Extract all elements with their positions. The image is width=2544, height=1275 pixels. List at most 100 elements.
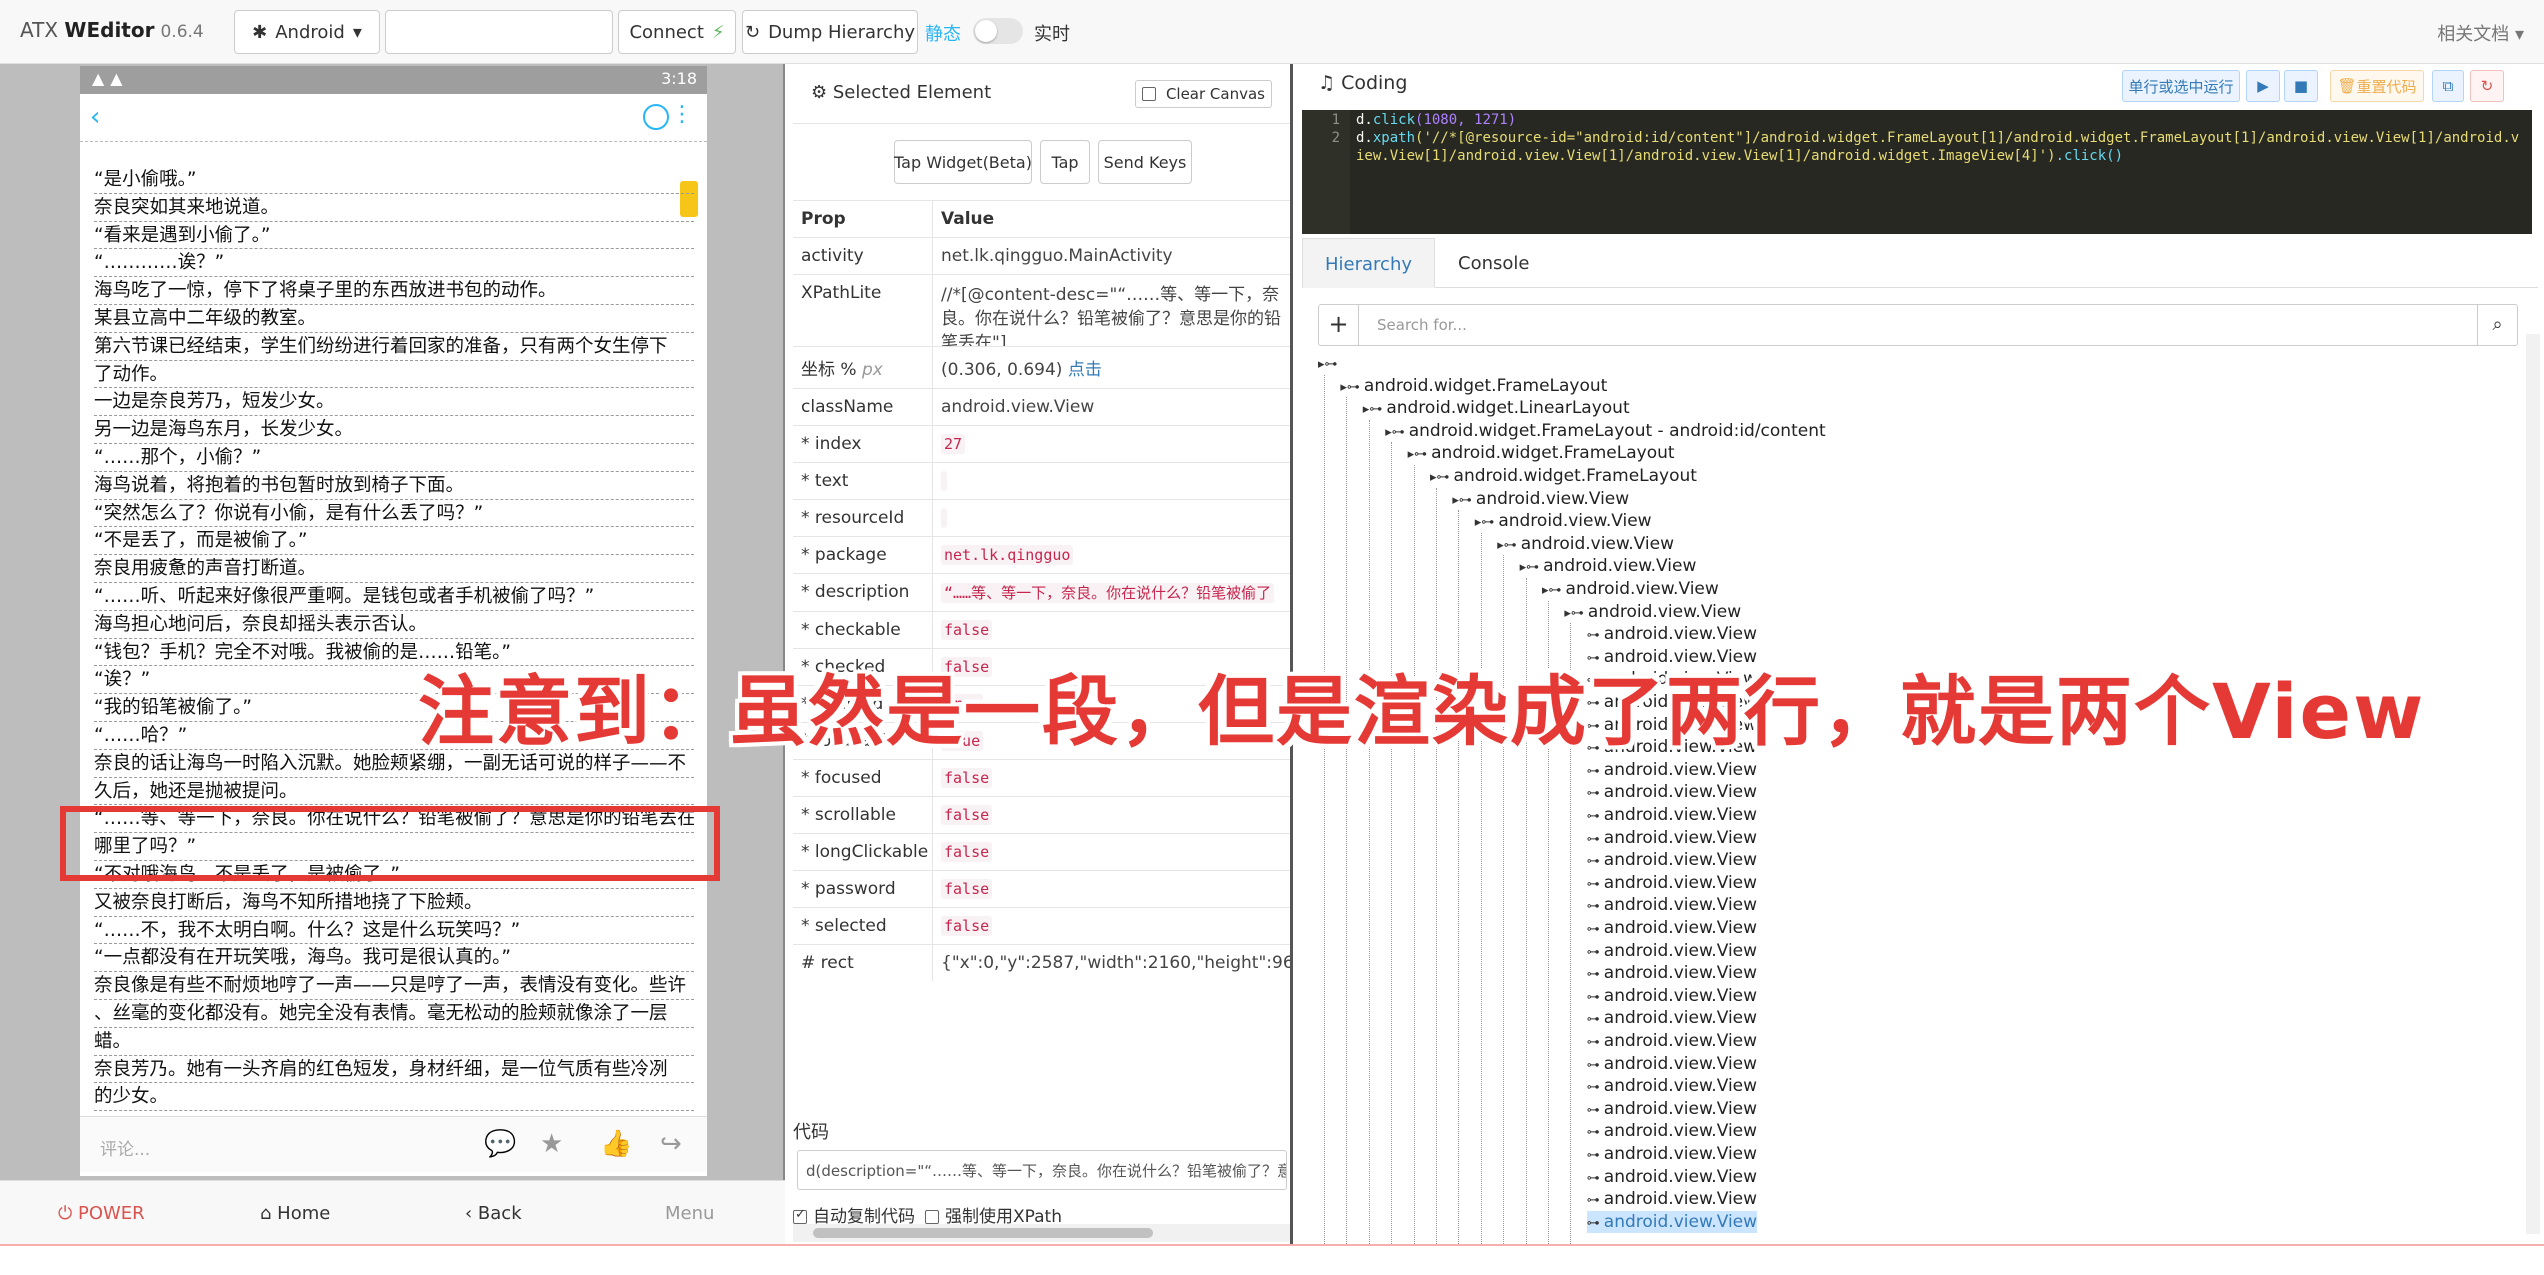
node-toggle-icon[interactable]: ▸⊶ (1497, 538, 1517, 553)
tree-leaf-node[interactable]: ⊶ android.view.View (1587, 1188, 1757, 1210)
node-toggle-icon[interactable]: ▸⊶ (1408, 447, 1428, 462)
power-button[interactable]: ⏻ POWER (58, 1203, 145, 1224)
tree-node[interactable]: ▸⊶ android.view.View (1542, 578, 1719, 600)
tree-leaf-node[interactable]: ⊶ android.view.View (1587, 894, 1757, 916)
reader-line[interactable]: “……那个，小偷？” (94, 444, 694, 472)
back-button[interactable]: ‹ Back (465, 1203, 522, 1224)
tree-leaf-node[interactable]: ⊶ android.view.View (1586, 1210, 1758, 1233)
run-selected-button[interactable]: 单行或选中运行 (2122, 70, 2240, 102)
tree-leaf-node[interactable]: ⊶ android.view.View (1587, 962, 1757, 984)
reader-line[interactable]: 第六节课已经结束，学生们纷纷进行着回家的准备，只有两个女生停下 (94, 333, 694, 361)
tree-node[interactable]: ▸⊶ android.view.View (1520, 555, 1697, 577)
tree-node[interactable]: ▸⊶ android.view.View (1497, 533, 1674, 555)
reader-line[interactable]: 的少女。 (94, 1083, 694, 1112)
tree-node[interactable]: ▸⊶ (1318, 352, 1342, 374)
reader-line[interactable]: 久后，她还是抛被提问。 (94, 778, 694, 806)
docs-dropdown[interactable]: 相关文档 ▾ (2437, 20, 2524, 46)
props-horizontal-scrollbar[interactable] (793, 1224, 1290, 1242)
search-icon[interactable]: ⌕ (2477, 305, 2517, 345)
tree-leaf-node[interactable]: ⊶ android.view.View (1587, 917, 1757, 939)
comment-input[interactable]: 评论... (100, 1135, 150, 1160)
more-icon[interactable]: ⋮ (671, 102, 693, 127)
reader-line[interactable]: 奈良芳乃。她有一头齐肩的红色短发，身材纤细，是一位气质有些冷冽 (94, 1056, 694, 1084)
back-arrow-icon[interactable]: ‹ (90, 102, 100, 132)
tab-hierarchy[interactable]: Hierarchy (1302, 238, 1436, 288)
tree-leaf-node[interactable]: ⊶ android.view.View (1587, 623, 1757, 645)
tree-leaf-node[interactable]: ⊶ android.view.View (1587, 827, 1757, 849)
reader-line[interactable]: 另一边是海鸟东月，长发少女。 (94, 416, 694, 444)
node-toggle-icon[interactable]: ▸⊶ (1452, 493, 1472, 508)
comment-icon[interactable]: 💬 (484, 1129, 516, 1159)
tree-leaf-node[interactable]: ⊶ android.view.View (1587, 1007, 1757, 1029)
tree-leaf-node[interactable]: ⊶ android.view.View (1587, 1075, 1757, 1097)
menu-button[interactable]: Menu (665, 1203, 714, 1224)
reader-line[interactable]: 一边是奈良芳乃，短发少女。 (94, 388, 694, 417)
share-icon[interactable]: ↪ (660, 1129, 682, 1159)
reader-line[interactable]: “是小偷哦。” (94, 166, 694, 194)
reader-line[interactable]: 某县立高中二年级的教室。 (94, 305, 694, 333)
reader-line[interactable]: 蜡。 (94, 1028, 694, 1056)
tree-leaf-node[interactable]: ⊶ android.view.View (1587, 849, 1757, 871)
auto-copy-box[interactable] (793, 1207, 807, 1224)
stop-icon[interactable]: ■ (2284, 70, 2318, 102)
clear-canvas-box[interactable] (1141, 87, 1156, 101)
force-xpath-box[interactable] (925, 1210, 939, 1224)
tree-leaf-node[interactable]: ⊶ android.view.View (1587, 1143, 1757, 1165)
connect-button[interactable]: Connect ⚡ (618, 10, 736, 54)
tree-leaf-node[interactable]: ⊶ android.view.View (1587, 872, 1757, 894)
tree-leaf-node[interactable]: ⊶ android.view.View (1587, 1120, 1757, 1142)
reader-line[interactable]: 海鸟吃了一惊，停下了将桌子里的东西放进书包的动作。 (94, 277, 694, 305)
search-input[interactable]: Search for... (1377, 316, 1467, 334)
tree-node[interactable]: ▸⊶ android.view.View (1475, 510, 1652, 532)
code-editor[interactable]: 12 d.click(1080, 1271) d.xpath('//*[@reso… (1302, 110, 2532, 234)
star-icon[interactable]: ★ (540, 1129, 563, 1159)
tree-leaf-node[interactable]: ⊶ android.view.View (1587, 781, 1757, 803)
tap-widget-button[interactable]: Tap Widget(Beta) (894, 140, 1032, 184)
tree-leaf-node[interactable]: ⊶ android.view.View (1587, 1053, 1757, 1075)
node-toggle-icon[interactable]: ▸⊶ (1564, 606, 1584, 621)
clear-canvas-checkbox[interactable]: Clear Canvas (1134, 80, 1272, 108)
tree-leaf-node[interactable]: ⊶ android.view.View (1587, 985, 1757, 1007)
thumbs-up-icon[interactable]: 👍 (600, 1129, 632, 1159)
reset-code-button[interactable]: 🗑 重置代码 (2330, 70, 2424, 102)
reader-line[interactable]: 、丝毫的变化都没有。她完全没有表情。毫无松动的脸颊就像涂了一层 (94, 1000, 694, 1028)
node-toggle-icon[interactable]: ▸⊶ (1363, 402, 1383, 417)
generated-code-input[interactable]: d(description="“……等、等一下，奈良。你在说什么？铅笔被偷了？意… (797, 1150, 1287, 1190)
tree-node[interactable]: ▸⊶ android.widget.FrameLayout (1340, 375, 1607, 397)
tree-leaf-node[interactable]: ⊶ android.view.View (1587, 940, 1757, 962)
tab-console[interactable]: Console (1436, 238, 1551, 288)
node-toggle-icon[interactable]: ▸⊶ (1520, 560, 1540, 575)
tree-leaf-node[interactable]: ⊶ android.view.View (1587, 759, 1757, 781)
coord-click-link[interactable]: 点击 (1068, 360, 1102, 380)
node-toggle-icon[interactable]: ▸⊶ (1430, 470, 1450, 485)
tree-node[interactable]: ▸⊶ android.widget.LinearLayout (1363, 397, 1630, 419)
reader-line[interactable]: 海鸟担心地问后，奈良却摇头表示否认。 (94, 611, 694, 639)
reader-line[interactable]: 奈良像是有些不耐烦地哼了一声——只是哼了一声，表情没有变化。些许 (94, 972, 694, 1000)
reader-line[interactable]: 海鸟说着，将抱着的书包暂时放到椅子下面。 (94, 472, 694, 500)
reader-line[interactable]: “不是丢了，而是被偷了。” (94, 527, 694, 556)
hierarchy-vertical-scrollbar[interactable] (2526, 334, 2540, 1234)
tap-button[interactable]: Tap (1040, 140, 1090, 184)
reader-line[interactable]: 又被奈良打断后，海鸟不知所措地挠了下脸颊。 (94, 889, 694, 917)
node-toggle-icon[interactable]: ▸⊶ (1385, 425, 1405, 440)
node-toggle-icon[interactable]: ▸⊶ (1318, 357, 1338, 372)
reader-line[interactable]: “…………诶？” (94, 249, 694, 278)
reader-line[interactable]: “……听、听起来好像很严重啊。是钱包或者手机被偷了吗？” (94, 583, 694, 611)
reader-line[interactable]: “突然怎么了？你说有小偷，是有什么丢了吗？” (94, 500, 694, 528)
tree-node[interactable]: ▸⊶ android.widget.FrameLayout (1430, 465, 1697, 487)
code-content[interactable]: d.click(1080, 1271) d.xpath('//*[@resourc… (1356, 111, 2526, 165)
platform-dropdown[interactable]: ✱ Android ▾ (234, 10, 380, 54)
reader-line[interactable]: 奈良用疲惫的声音打断道。 (94, 555, 694, 583)
scroll-thumb[interactable] (813, 1228, 1153, 1238)
reader-line[interactable]: “一点都没有在开玩笑哦，海鸟。我可是很认真的。” (94, 944, 694, 973)
copy-icon[interactable]: ⧉ (2432, 70, 2464, 102)
node-toggle-icon[interactable]: ▸⊶ (1475, 515, 1495, 530)
reader-line[interactable]: “……不，我不太明白啊。什么？这是什么玩笑吗？” (94, 917, 694, 945)
tree-node[interactable]: ▸⊶ android.widget.FrameLayout (1408, 442, 1675, 464)
node-toggle-icon[interactable]: ▸⊶ (1340, 380, 1360, 395)
tree-leaf-node[interactable]: ⊶ android.view.View (1587, 1030, 1757, 1052)
reader-line[interactable]: 奈良突如其来地说道。 (94, 194, 694, 222)
run-icon[interactable]: ▶ (2246, 70, 2280, 102)
dump-hierarchy-button[interactable]: ↻ Dump Hierarchy (742, 10, 918, 54)
node-toggle-icon[interactable]: ▸⊶ (1542, 583, 1562, 598)
